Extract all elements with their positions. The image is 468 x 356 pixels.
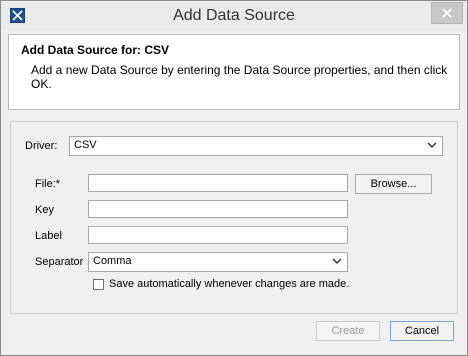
close-icon xyxy=(442,8,452,18)
driver-value: CSV xyxy=(74,139,97,151)
key-label: Key xyxy=(35,204,54,216)
form-panel: Driver: CSV File:* Browse... Key Label S… xyxy=(10,121,458,314)
header-panel: Add Data Source for: CSV Add a new Data … xyxy=(8,34,460,110)
header-title: Add Data Source for: CSV xyxy=(21,43,170,57)
key-input[interactable] xyxy=(88,200,348,218)
separator-label: Separator xyxy=(35,256,84,268)
label-input[interactable] xyxy=(88,226,348,244)
file-input[interactable] xyxy=(88,174,348,192)
chevron-down-icon xyxy=(427,142,437,148)
window-title: Add Data Source xyxy=(173,7,295,24)
autosave-checkbox[interactable] xyxy=(93,279,104,290)
chevron-down-icon xyxy=(332,258,342,264)
driver-label: Driver: xyxy=(25,140,58,152)
title-bar: Add Data Source xyxy=(1,1,467,31)
label-label: Label xyxy=(35,230,62,242)
create-button[interactable]: Create xyxy=(316,321,380,341)
separator-value: Comma xyxy=(93,255,132,267)
file-label: File:* xyxy=(35,178,61,190)
header-description: Add a new Data Source by entering the Da… xyxy=(31,63,448,91)
dialog-window: Add Data Source Add Data Source for: CSV… xyxy=(0,0,468,356)
close-button[interactable] xyxy=(431,2,463,24)
driver-select[interactable]: CSV xyxy=(69,136,443,156)
autosave-label: Save automatically whenever changes are … xyxy=(109,278,350,290)
separator-select[interactable]: Comma xyxy=(88,252,348,272)
cancel-button[interactable]: Cancel xyxy=(390,321,454,341)
browse-button[interactable]: Browse... xyxy=(355,174,432,194)
